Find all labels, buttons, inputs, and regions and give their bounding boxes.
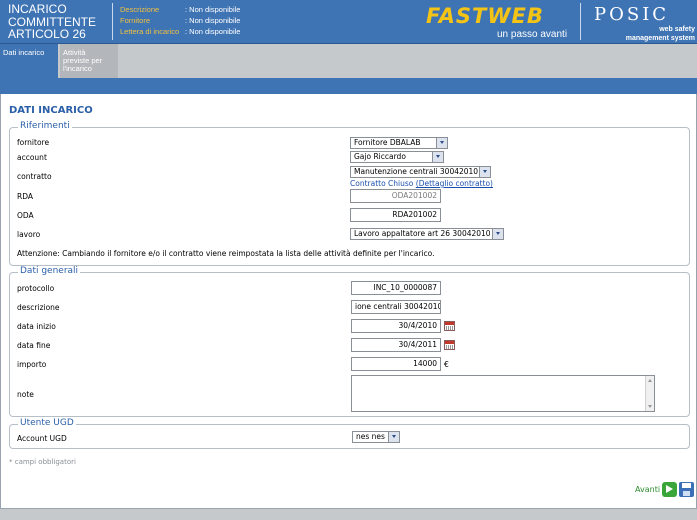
app-title: INCARICO COMMITTENTE ARTICOLO 26 [8,3,96,41]
data-fine-label: data fine [17,341,51,350]
dropdown-arrow-icon [479,167,490,177]
descrizione-label: descrizione [17,303,60,312]
avanti-controls: Avanti [635,482,695,497]
descrizione-field[interactable]: ione centrali 30042010 [351,300,441,314]
dropdown-arrow-icon [492,229,503,239]
contratto-label: contratto [17,172,52,181]
account-select-value: Gajo Riccardo [354,152,406,161]
header-info-value: : Non disponibile [185,27,241,36]
avanti-label[interactable]: Avanti [635,485,660,494]
app-header: INCARICO COMMITTENTE ARTICOLO 26 Descriz… [0,0,697,44]
header-info-value: : Non disponibile [185,16,241,25]
contratto-select[interactable]: Manutenzione centrali 30042010 [350,166,491,178]
fastweb-tagline: un passo avanti [497,29,567,40]
utente-ugd-section: Utente UGD Account UGD nes nes [9,418,690,449]
importo-label: importo [17,360,47,369]
scroll-down-icon[interactable] [648,405,652,408]
protocollo-field[interactable]: INC_10_0000087 [351,281,441,295]
account-ugd-label: Account UGD [17,434,67,443]
section-band [0,78,697,94]
riferimenti-section: Riferimenti fornitore Fornitore DBALAB a… [9,121,690,266]
oda-field[interactable]: RDA201002 [350,208,441,222]
rda-label: RDA [17,192,33,201]
tab-attivita[interactable]: Attività previste per l'incarico [60,44,118,78]
posic-tagline: web safety [658,26,695,33]
riferimenti-legend: Riferimenti [18,121,72,131]
contratto-status-text: Contratto Chiuso [350,179,414,188]
dropdown-arrow-icon [432,152,443,162]
app-title-line: INCARICO [8,2,67,16]
data-inizio-label: data inizio [17,322,56,331]
save-icon[interactable] [679,482,695,497]
header-info: Descrizione : Non disponibile Fornitore … [120,4,240,37]
contratto-status: Contratto Chiuso (Dettaglio contratto) [350,179,493,188]
fastweb-logo-text: FASTWEB [426,4,544,28]
rda-field[interactable]: ODA201002 [350,189,441,203]
header-info-label: Descrizione [120,5,160,14]
dropdown-arrow-icon [436,138,447,148]
header-divider [112,3,113,40]
scroll-up-icon[interactable] [648,379,652,382]
dati-generali-section: Dati generali protocollo INC_10_0000087 … [9,266,690,417]
account-ugd-select-value: nes nes [356,432,385,441]
account-select[interactable]: Gajo Riccardo [350,151,444,163]
posic-tagline: management system [626,35,695,42]
header-divider [580,3,581,40]
oda-label: ODA [17,211,34,220]
dati-generali-legend: Dati generali [18,266,81,276]
posic-logo: POSIC web safety management system [594,4,695,42]
fornitore-label: fornitore [17,138,50,147]
header-info-label: Lettera di incarico [120,27,180,36]
fastweb-logo: FASTWEB un passo avanti [426,4,567,40]
header-info-row: Fornitore : Non disponibile [120,15,240,26]
note-scrollbar[interactable] [645,376,654,411]
footer-bar [0,508,697,520]
lavoro-select-value: Lavoro appaltatore art 26 30042010 [354,229,491,238]
dettaglio-contratto-link[interactable]: (Dettaglio contratto) [416,179,493,188]
fornitore-select-value: Fornitore DBALAB [354,138,421,147]
page-title: DATI INCARICO [9,105,93,116]
tab-dati-incarico[interactable]: Dati incarico [0,44,58,78]
header-info-value: : Non disponibile [185,5,241,14]
currency-symbol: € [444,360,449,369]
posic-logo-text: POSIC [594,4,669,25]
protocollo-label: protocollo [17,284,55,293]
lavoro-select[interactable]: Lavoro appaltatore art 26 30042010 [350,228,504,240]
dropdown-arrow-icon [388,432,399,442]
warning-text: Attenzione: Cambiando il fornitore e/o i… [17,249,435,258]
header-info-row: Descrizione : Non disponibile [120,4,240,15]
header-info-row: Lettera di incarico : Non disponibile [120,26,240,37]
contratto-select-value: Manutenzione centrali 30042010 [354,167,479,176]
tab-label: l'incarico [63,64,92,73]
tab-label: Dati incarico [3,48,45,57]
importo-field[interactable]: 14000 [351,357,441,371]
note-textarea[interactable] [351,375,655,412]
header-info-label: Fornitore [120,16,151,25]
account-ugd-select[interactable]: nes nes [352,431,400,443]
fornitore-select[interactable]: Fornitore DBALAB [350,137,448,149]
required-fields-note: * campi obbligatori [9,458,76,466]
data-fine-field[interactable]: 30/4/2011 [351,338,441,352]
utente-ugd-legend: Utente UGD [18,418,76,428]
main-content: DATI INCARICO Riferimenti fornitore Forn… [0,94,697,508]
tab-bar: Dati incarico Attività previste per l'in… [0,44,697,78]
note-label: note [17,390,34,399]
calendar-icon[interactable] [444,340,455,350]
calendar-icon[interactable] [444,321,455,331]
app-title-line: ARTICOLO 26 [8,27,86,41]
lavoro-label: lavoro [17,230,41,239]
next-arrow-icon[interactable] [662,482,678,497]
data-inizio-field[interactable]: 30/4/2010 [351,319,441,333]
account-label: account [17,153,47,162]
